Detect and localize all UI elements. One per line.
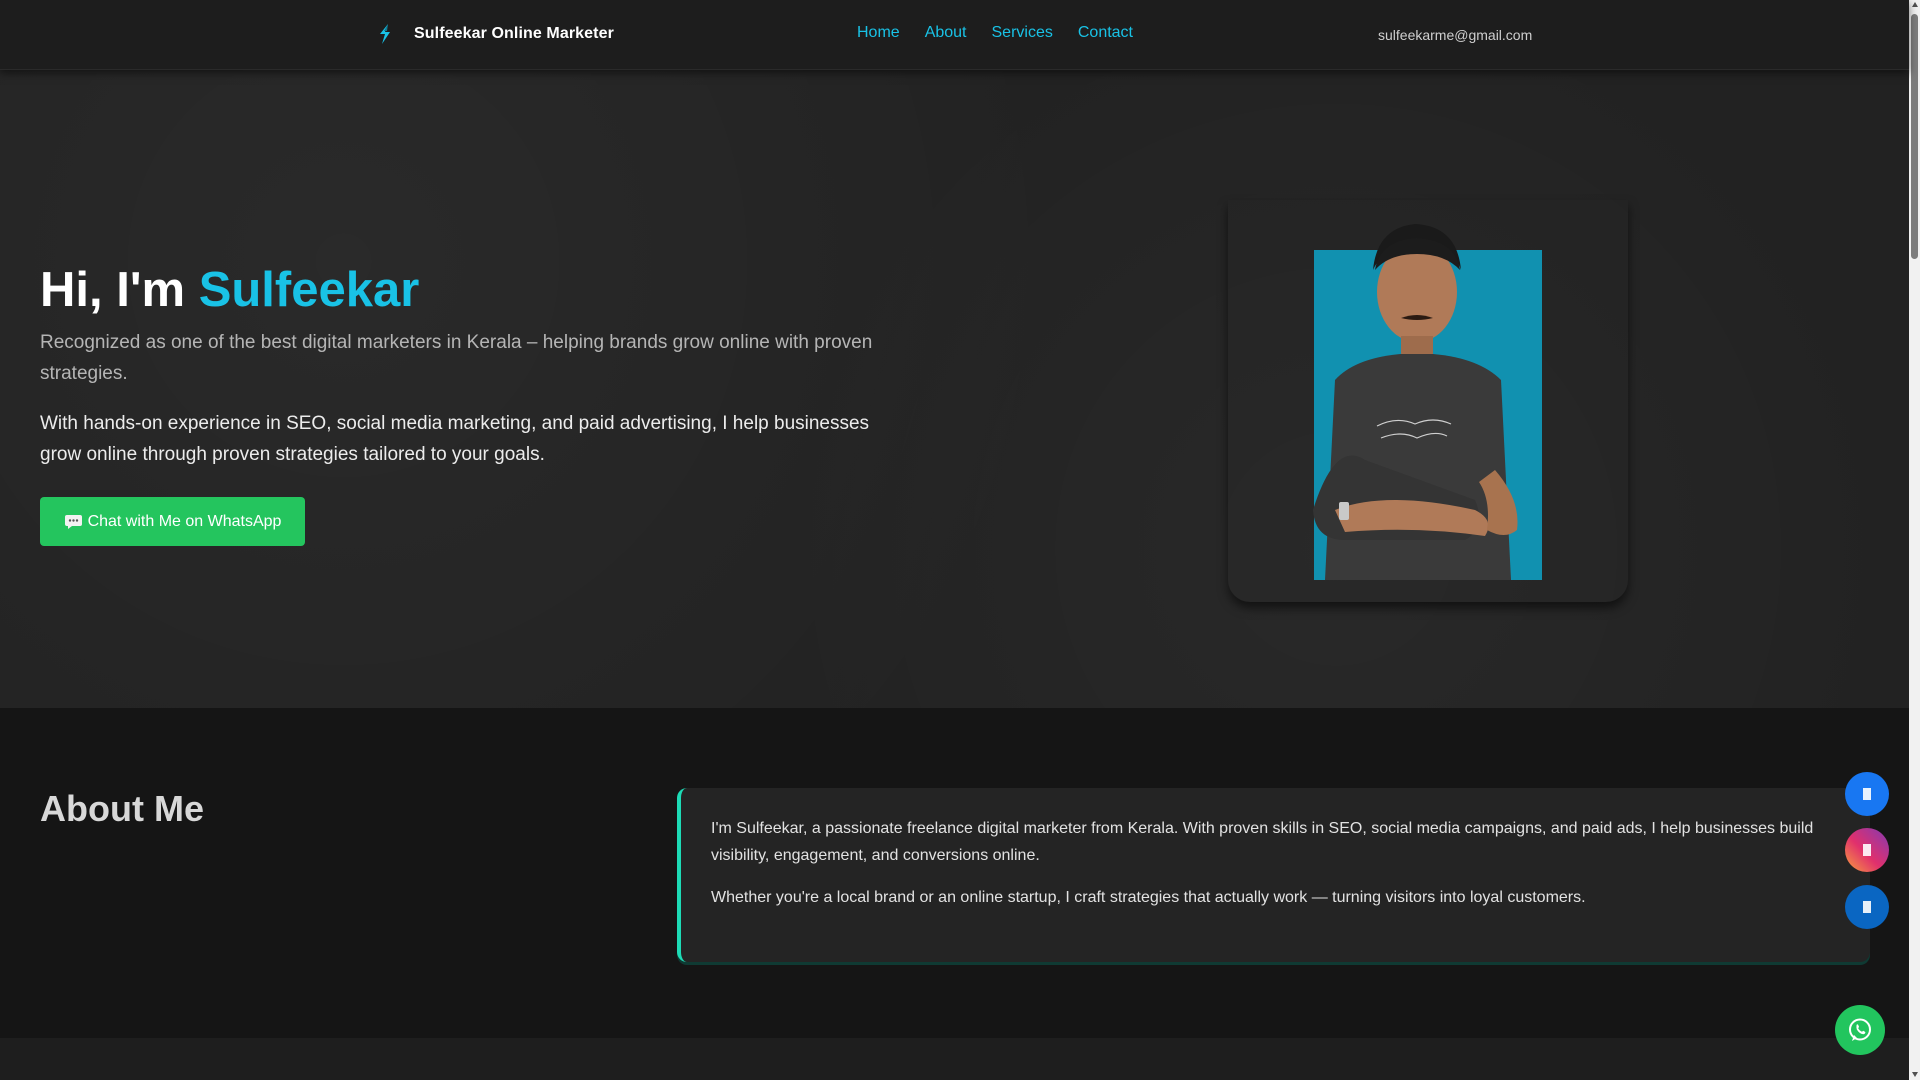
lightning-s-logo-icon xyxy=(380,24,390,44)
scrollbar-thumb[interactable] xyxy=(1911,14,1918,259)
hero-title: Hi, I'm Sulfeekar xyxy=(40,262,419,318)
linkedin-icon xyxy=(1863,901,1871,913)
linkedin-button[interactable] xyxy=(1845,885,1889,929)
header-email[interactable]: sulfeekarme@gmail.com xyxy=(1378,27,1532,43)
profile-portrait xyxy=(1313,224,1518,580)
about-paragraph-2: Whether you're a local brand or an onlin… xyxy=(711,889,1586,906)
about-card: I'm Sulfeekar, a passionate freelance di… xyxy=(677,788,1870,962)
facebook-icon xyxy=(1863,788,1871,800)
nav-about[interactable]: About xyxy=(925,24,967,42)
brand-name: Sulfeekar Online Marketer xyxy=(414,25,614,42)
whatsapp-chat-button[interactable]: Chat with Me on WhatsApp xyxy=(40,497,305,546)
brand[interactable]: Sulfeekar Online Marketer xyxy=(374,22,614,46)
instagram-icon xyxy=(1863,844,1871,856)
hero-section: Hi, I'm Sulfeekar Recognized as one of t… xyxy=(0,70,1909,708)
whatsapp-chat-label: Chat with Me on WhatsApp xyxy=(87,512,282,530)
page-scrollbar[interactable] xyxy=(1909,0,1920,1080)
whatsapp-float-button[interactable] xyxy=(1835,1005,1885,1055)
about-paragraph-1: I'm Sulfeekar, a passionate freelance di… xyxy=(711,820,1814,864)
instagram-button[interactable] xyxy=(1845,828,1889,872)
nav-services[interactable]: Services xyxy=(992,24,1053,42)
scroll-down-arrow-icon[interactable] xyxy=(1912,1072,1918,1077)
facebook-button[interactable] xyxy=(1845,772,1889,816)
hero-description: With hands-on experience in SEO, social … xyxy=(40,413,870,465)
main-nav: Home About Services Contact xyxy=(857,24,1133,42)
hero-title-name: Sulfeekar xyxy=(198,263,420,317)
whatsapp-icon xyxy=(1849,1018,1871,1041)
hero-title-prefix: Hi, I'm xyxy=(40,263,199,317)
next-section-strip xyxy=(0,1038,1909,1080)
hero-subtitle: Recognized as one of the best digital ma… xyxy=(40,332,873,384)
about-section: About Me I'm Sulfeekar, a passionate fre… xyxy=(0,708,1909,1038)
nav-contact[interactable]: Contact xyxy=(1078,24,1133,42)
nav-home[interactable]: Home xyxy=(857,24,900,42)
site-header: Sulfeekar Online Marketer Home About Ser… xyxy=(0,0,1909,70)
chat-bubble-icon xyxy=(64,515,82,529)
scroll-up-arrow-icon[interactable] xyxy=(1912,2,1918,7)
about-title: About Me xyxy=(40,788,204,829)
